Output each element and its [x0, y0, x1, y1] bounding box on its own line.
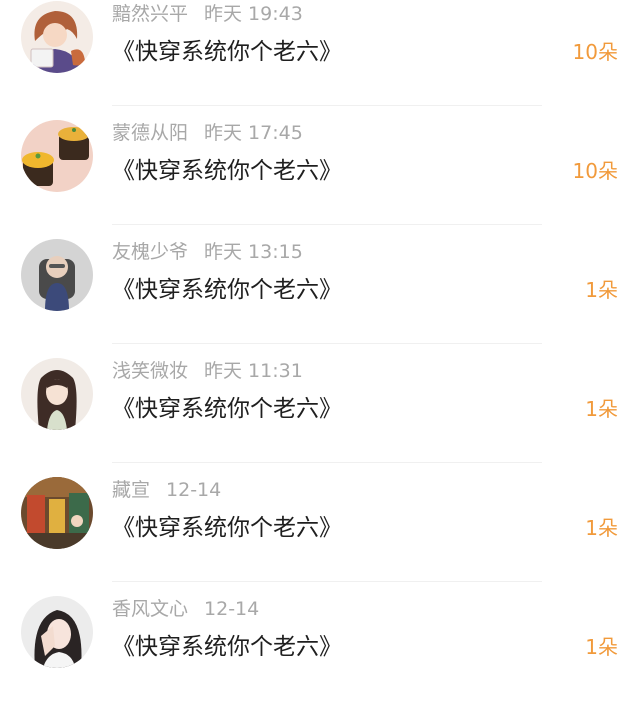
timestamp: 12-14 [166, 479, 222, 501]
sender-name: 浅笑微妆 [112, 360, 189, 382]
street-scene-avatar [21, 477, 93, 549]
sender-line: 浅笑微妆 昨天 11:31 [112, 359, 303, 383]
book-title: 《快穿系统你个老六》 [112, 158, 342, 184]
avatar[interactable] [21, 1, 93, 73]
sender-line: 蒙德从阳 昨天 17:45 [112, 121, 303, 145]
timestamp: 昨天 19:43 [204, 3, 303, 25]
gift-amount: 1朵 [585, 516, 618, 540]
list-item[interactable]: 浅笑微妆 昨天 11:31 《快穿系统你个老六》 1朵 [0, 344, 640, 463]
list-item[interactable]: 蒙德从阳 昨天 17:45 《快穿系统你个老六》 10朵 [0, 106, 640, 225]
sender-name: 蒙德从阳 [112, 122, 189, 144]
gift-list: 黯然兴平 昨天 19:43 《快穿系统你个老六》 10朵 蒙德从阳 昨天 17:45… [0, 0, 640, 701]
gift-amount: 10朵 [572, 159, 618, 183]
list-item[interactable]: 友槐少爷 昨天 13:15 《快穿系统你个老六》 1朵 [0, 225, 640, 344]
sender-line: 香风文心 12-14 [112, 597, 259, 621]
gift-amount: 10朵 [572, 40, 618, 64]
sender-name: 藏宣 [112, 479, 151, 501]
avatar[interactable] [21, 596, 93, 668]
cupcakes-avatar [21, 120, 93, 192]
avatar[interactable] [21, 358, 93, 430]
sender-line: 黯然兴平 昨天 19:43 [112, 2, 303, 26]
book-title: 《快穿系统你个老六》 [112, 634, 342, 660]
list-item[interactable]: 香风文心 12-14 《快穿系统你个老六》 1朵 [0, 582, 640, 701]
sender-line: 友槐少爷 昨天 13:15 [112, 240, 303, 264]
girl-portrait-avatar [21, 596, 93, 668]
gift-amount: 1朵 [585, 635, 618, 659]
timestamp: 12-14 [204, 598, 260, 620]
book-title: 《快穿系统你个老六》 [112, 396, 342, 422]
avatar[interactable] [21, 477, 93, 549]
sender-name: 香风文心 [112, 598, 189, 620]
list-item[interactable]: 黯然兴平 昨天 19:43 《快穿系统你个老六》 10朵 [0, 0, 640, 106]
timestamp: 昨天 17:45 [204, 122, 303, 144]
child-photo-avatar [21, 239, 93, 311]
avatar[interactable] [21, 120, 93, 192]
girl-with-book-avatar [21, 1, 93, 73]
anime-girl-avatar [21, 358, 93, 430]
list-item[interactable]: 藏宣 12-14 《快穿系统你个老六》 1朵 [0, 463, 640, 582]
timestamp: 昨天 13:15 [204, 241, 303, 263]
sender-line: 藏宣 12-14 [112, 478, 221, 502]
gift-amount: 1朵 [585, 278, 618, 302]
timestamp: 昨天 11:31 [204, 360, 303, 382]
book-title: 《快穿系统你个老六》 [112, 277, 342, 303]
sender-name: 黯然兴平 [112, 3, 189, 25]
book-title: 《快穿系统你个老六》 [112, 39, 342, 65]
avatar[interactable] [21, 239, 93, 311]
sender-name: 友槐少爷 [112, 241, 189, 263]
book-title: 《快穿系统你个老六》 [112, 515, 342, 541]
gift-amount: 1朵 [585, 397, 618, 421]
